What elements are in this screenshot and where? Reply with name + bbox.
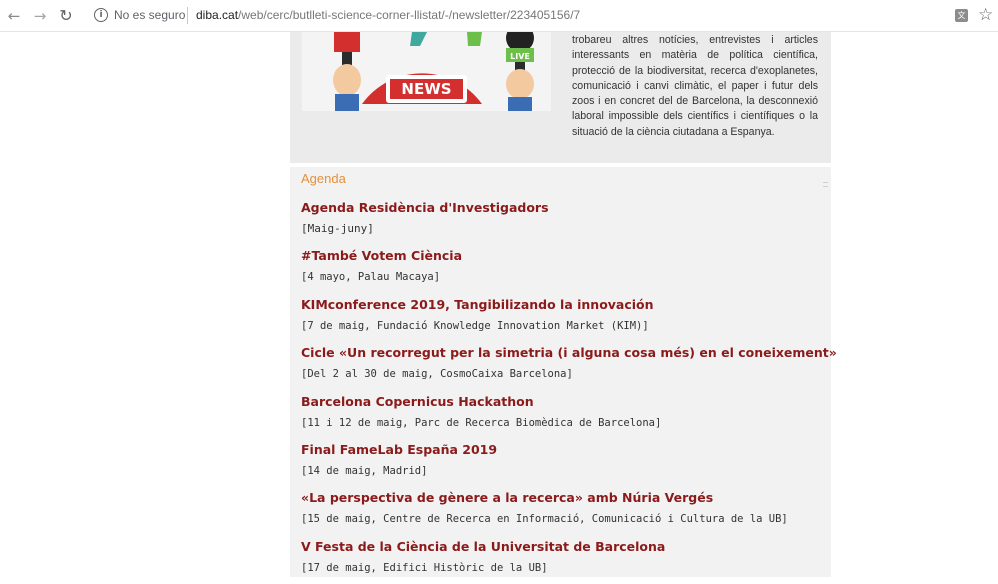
agenda-item: Agenda Residència d'Investigadors [Maig-… [301, 197, 821, 245]
agenda-item: #També Votem Ciència [4 mayo, Palau Maca… [301, 245, 821, 293]
address-separator [187, 7, 188, 24]
intro-section: NEWS LIVE trobareu altres notícies, entr… [290, 32, 831, 163]
event-date: [17 de maig, Edifici Històric de la UB] [301, 561, 548, 574]
translate-icon[interactable]: 文 [955, 9, 968, 22]
scroll-handle[interactable] [823, 182, 828, 187]
url-text[interactable]: diba.cat/web/cerc/butlleti-science-corne… [196, 8, 580, 22]
url-path: /web/cerc/butlleti-science-corner-llista… [238, 8, 581, 22]
reload-icon[interactable]: ↻ [56, 6, 76, 26]
section-divider [290, 163, 831, 167]
event-title-link[interactable]: Cicle «Un recorregut per la simetria (i … [301, 342, 837, 362]
agenda-item: KIMconference 2019, Tangibilizando la in… [301, 294, 821, 342]
agenda-item: «La perspectiva de gènere a la recerca» … [301, 487, 821, 535]
star-icon[interactable]: ☆ [978, 5, 993, 25]
browser-toolbar: ← → ↻ i No es seguro diba.cat/web/cerc/b… [0, 0, 998, 32]
intro-text: trobareu altres notícies, entrevistes i … [572, 34, 818, 138]
event-date: [Maig-juny] [301, 222, 374, 235]
agenda-item: Cicle «Un recorregut per la simetria (i … [301, 342, 837, 390]
url-host: diba.cat [196, 8, 239, 22]
agenda-heading: Agenda [301, 171, 346, 186]
event-date: [Del 2 al 30 de maig, CosmoCaixa Barcelo… [301, 368, 573, 381]
event-title-link[interactable]: «La perspectiva de gènere a la recerca» … [301, 487, 821, 507]
back-arrow-icon[interactable]: ← [4, 6, 24, 26]
event-title-link[interactable]: KIMconference 2019, Tangibilizando la in… [301, 294, 821, 314]
info-icon[interactable]: i [94, 8, 108, 22]
newsletter-content: NEWS LIVE trobareu altres notícies, entr… [290, 32, 837, 577]
event-title-link[interactable]: Barcelona Copernicus Hackathon [301, 391, 821, 411]
mic-label: LIVE [510, 52, 530, 61]
event-title-link[interactable]: Final FameLab España 2019 [301, 439, 821, 459]
address-bar[interactable]: i No es seguro diba.cat/web/cerc/butllet… [86, 4, 956, 28]
event-date: [11 i 12 de maig, Parc de Recerca Biomèd… [301, 416, 662, 429]
news-sign-text: NEWS [401, 80, 451, 98]
news-illustration: NEWS LIVE [302, 32, 551, 111]
event-title-link[interactable]: #També Votem Ciència [301, 245, 821, 265]
forward-arrow-icon[interactable]: → [30, 6, 50, 26]
event-title-link[interactable]: Agenda Residència d'Investigadors [301, 197, 821, 217]
news-illustration-graphic: NEWS LIVE [302, 32, 551, 111]
event-date: [4 mayo, Palau Macaya] [301, 271, 441, 284]
event-title-link[interactable]: V Festa de la Ciència de la Universitat … [301, 536, 821, 556]
agenda-list: Agenda Residència d'Investigadors [Maig-… [301, 197, 837, 584]
security-label[interactable]: No es seguro [114, 8, 185, 22]
agenda-item: Final FameLab España 2019 [14 de maig, M… [301, 439, 821, 487]
event-date: [15 de maig, Centre de Recerca en Inform… [301, 513, 788, 526]
event-date: [7 de maig, Fundació Knowledge Innovatio… [301, 319, 649, 332]
event-date: [14 de maig, Madrid] [301, 464, 428, 477]
agenda-item: Barcelona Copernicus Hackathon [11 i 12 … [301, 391, 821, 439]
